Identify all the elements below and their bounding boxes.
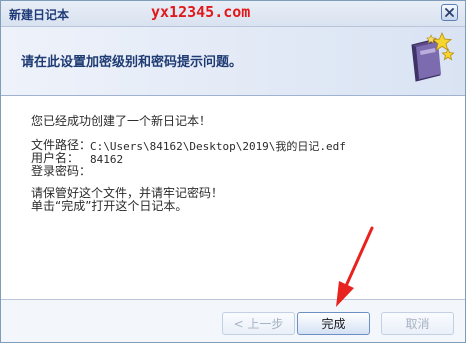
title-bar: 新建日记本 yx12345.com xyxy=(1,1,465,27)
success-message: 您已经成功创建了一个新日记本！ xyxy=(31,114,212,128)
finish-button[interactable]: 完成 xyxy=(297,312,370,335)
password-label: 登录密码： xyxy=(31,164,92,178)
header-text: 请在此设置加密级别和密码提示问题。 xyxy=(21,55,243,70)
wizard-header: 请在此设置加密级别和密码提示问题。 xyxy=(1,27,465,96)
close-icon xyxy=(445,8,454,17)
close-button[interactable] xyxy=(441,4,458,21)
watermark-text: yx12345.com xyxy=(151,3,251,21)
new-diary-dialog: 新建日记本 yx12345.com 请在此设置加密级别和密码提示问题。 您已经成… xyxy=(0,0,466,343)
window-title: 新建日记本 xyxy=(9,8,70,22)
file-path-value: C:\Users\84162\Desktop\2019\我的日记.edf xyxy=(90,140,346,153)
cancel-button[interactable]: 取消 xyxy=(381,312,454,335)
username-value: 84162 xyxy=(90,153,124,166)
instruction-line-2: 单击“完成”打开这个日记本。 xyxy=(31,199,188,213)
wizard-footer: < 上一步 完成 取消 xyxy=(1,299,465,342)
prev-button[interactable]: < 上一步 xyxy=(222,312,295,335)
wizard-body: 您已经成功创建了一个新日记本！ 文件路径： C:\Users\84162\Des… xyxy=(1,96,465,299)
diary-book-icon xyxy=(411,31,455,82)
